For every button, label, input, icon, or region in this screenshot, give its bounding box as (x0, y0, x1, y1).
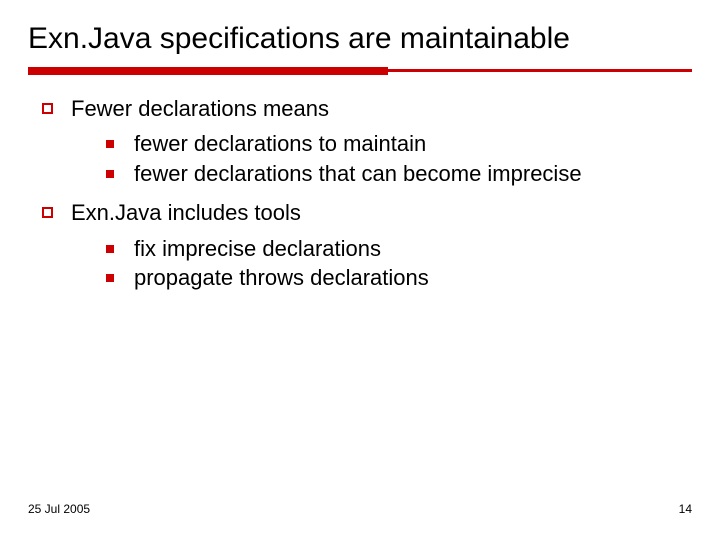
bullet-level2: fewer declarations to maintain (106, 130, 692, 158)
square-outline-icon (42, 207, 53, 218)
footer-date: 25 Jul 2005 (28, 502, 90, 516)
bullet-text: Fewer declarations means (71, 95, 329, 123)
slide-footer: 25 Jul 2005 14 (28, 502, 692, 516)
bullet-text: fix imprecise declarations (134, 235, 692, 263)
square-filled-icon (106, 274, 114, 282)
bullet-level2: propagate throws declarations (106, 264, 692, 292)
slide-title: Exn.Java specifications are maintainable (28, 22, 692, 57)
bullet-level1: Fewer declarations means (42, 95, 692, 123)
sub-bullet-group: fewer declarations to maintain fewer dec… (42, 130, 692, 187)
square-filled-icon (106, 140, 114, 148)
title-underline (28, 67, 692, 75)
footer-page-number: 14 (679, 502, 692, 516)
bullet-text: Exn.Java includes tools (71, 199, 301, 227)
square-filled-icon (106, 245, 114, 253)
bullet-text: propagate throws declarations (134, 264, 692, 292)
square-filled-icon (106, 170, 114, 178)
slide-content: Fewer declarations means fewer declarati… (28, 95, 692, 292)
sub-bullet-group: fix imprecise declarations propagate thr… (42, 235, 692, 292)
bullet-level2: fewer declarations that can become impre… (106, 160, 692, 188)
bullet-level1: Exn.Java includes tools (42, 199, 692, 227)
bullet-text: fewer declarations that can become impre… (134, 160, 692, 188)
bullet-level2: fix imprecise declarations (106, 235, 692, 263)
bullet-text: fewer declarations to maintain (134, 130, 692, 158)
square-outline-icon (42, 103, 53, 114)
